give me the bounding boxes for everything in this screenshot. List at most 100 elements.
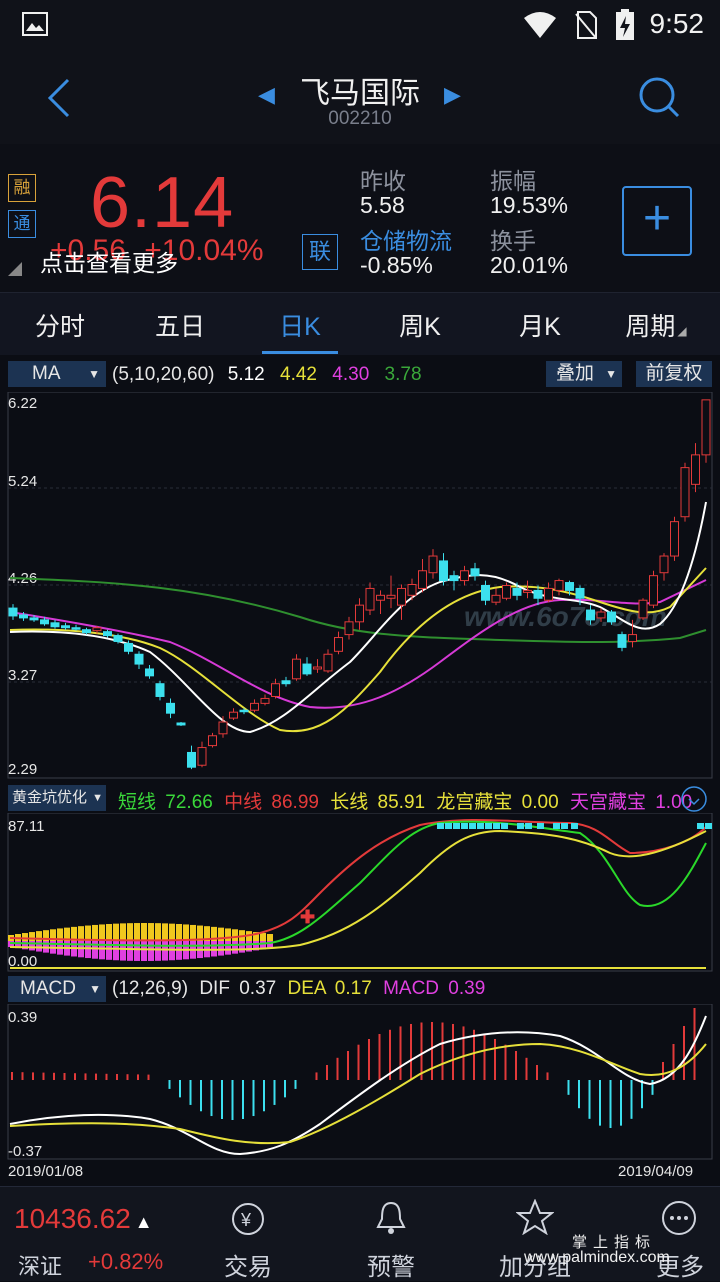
macd-indicator-select[interactable]: MACD ▼: [8, 976, 106, 1002]
candle-body: [649, 575, 658, 606]
gold-indicator-select[interactable]: 黄金坑优化 ▼: [8, 785, 106, 811]
tab-intraday[interactable]: 分时: [0, 307, 120, 343]
macd-chart[interactable]: 0.39 -0.37 2019/01/08 2019/04/09: [0, 1004, 720, 1184]
tiangong-marker: [517, 823, 524, 829]
active-tab-indicator: [262, 351, 338, 354]
tiangong-marker: [537, 823, 544, 829]
gold-bars: [8, 923, 273, 961]
candle-body: [586, 609, 595, 621]
candle-body: [134, 653, 144, 665]
macd-header: MACD ▼ (12,26,9) DIF 0.37 DEA 0.17 MACD …: [0, 974, 720, 1004]
tiangong-bar: [106, 941, 112, 960]
longgong-bar: [183, 924, 189, 941]
trade-button[interactable]: 交易: [206, 1247, 290, 1282]
tab-weekly-k[interactable]: 周K: [360, 307, 480, 343]
dif-value: 0.37: [239, 978, 277, 999]
macd-select-label: MACD: [20, 978, 76, 999]
candle-body: [82, 629, 91, 634]
more-icon[interactable]: [660, 1199, 698, 1237]
up-triangle-icon: ▲: [134, 1212, 153, 1232]
site-watermark-url: www.palmindex.com: [524, 1249, 670, 1266]
candle-body: [575, 587, 585, 599]
trade-icon[interactable]: ¥: [230, 1201, 266, 1237]
longgong-bar: [225, 928, 231, 941]
stock-code: 002210: [328, 108, 392, 129]
search-icon[interactable]: [638, 76, 680, 118]
prev-close-value: 5.58: [360, 192, 405, 218]
turnover-label: 换手: [490, 228, 536, 254]
tiangong-marker: [453, 823, 460, 829]
overlay-select[interactable]: 叠加 ▼: [546, 361, 622, 387]
longgong-bar: [120, 923, 126, 941]
y-tick-1: 6.22: [8, 395, 37, 412]
tab-daily-k[interactable]: 日K: [240, 307, 360, 343]
mid-line-label: 中线: [224, 792, 263, 813]
dif-label: DIF: [199, 978, 230, 999]
candle-body: [50, 622, 60, 628]
candle-body: [460, 570, 469, 582]
candle-body: [40, 619, 49, 625]
tab-five-day[interactable]: 五日: [120, 307, 240, 343]
candle-body: [397, 587, 406, 606]
dropdown-caret-icon: ▼: [605, 367, 617, 381]
tiangong-marker: [697, 823, 704, 829]
ma-indicator-select[interactable]: MA ▼: [8, 361, 106, 387]
tiangong-marker: [437, 823, 444, 829]
tab-monthly-k[interactable]: 月K: [480, 307, 600, 343]
candle-body: [218, 721, 228, 735]
tiangong-marker: [445, 823, 452, 829]
candle-body: [344, 621, 354, 636]
sector-link[interactable]: 仓储物流: [360, 222, 452, 256]
kline-chart[interactable]: 6.22 5.24 4.26 3.27 2.29 www.6o7o.com: [0, 392, 720, 780]
candle-body: [365, 587, 375, 611]
longgong-bar: [29, 932, 35, 941]
adjust-button[interactable]: 前复权: [636, 361, 712, 387]
add-watchlist-button[interactable]: +: [622, 186, 692, 256]
candle-body: [124, 642, 133, 652]
candle-body: [29, 617, 39, 621]
candle-body: [481, 584, 490, 601]
ma20-value: 4.30: [332, 364, 370, 385]
more-info-link[interactable]: 点击查看更多: [40, 244, 178, 278]
last-price: 6.14: [90, 163, 235, 243]
longgong-bar: [155, 923, 161, 941]
tiangong-marker: [461, 823, 468, 829]
tiangong-bar: [127, 941, 133, 961]
tiangong-marker: [561, 823, 568, 829]
date-end: 2019/04/09: [618, 1163, 693, 1180]
tiangong-marker: [501, 823, 508, 829]
linked-badge[interactable]: 联: [302, 234, 338, 270]
longgong-bar: [169, 923, 175, 941]
scroll-indicator-icon[interactable]: [680, 785, 708, 813]
next-stock-icon[interactable]: ▶: [444, 82, 461, 108]
candle-body: [155, 683, 165, 697]
y-tick-4: 3.27: [8, 667, 37, 684]
alert-button[interactable]: 预警: [349, 1247, 433, 1282]
index-value[interactable]: 10436.62 ▲: [14, 1203, 153, 1235]
bell-icon[interactable]: [374, 1199, 408, 1237]
gold-indicator-chart[interactable]: 87.11 0.00 ✚: [0, 813, 720, 973]
candle-body: [670, 521, 679, 557]
macd-ymax: 0.39: [8, 1009, 37, 1026]
candle-body: [208, 735, 217, 747]
dropdown-caret-icon: ▼: [92, 792, 103, 804]
ma20-line: [9, 579, 707, 709]
period-tabs: 分时 五日 日K 周K 月K 周期 ◢: [0, 292, 720, 355]
ma-values: (5,10,20,60) 5.12 4.42 4.30 3.78: [112, 364, 422, 386]
candle-body: [197, 747, 207, 766]
gold-select-label: 黄金坑优化: [12, 789, 88, 806]
candle-body: [313, 666, 322, 670]
longgong-bar: [106, 924, 112, 941]
tab-period[interactable]: 周期 ◢: [596, 307, 716, 343]
long-line-value: 85.91: [377, 792, 426, 813]
macd-label: MACD: [383, 978, 440, 999]
candle-body: [428, 555, 438, 574]
tiangong-marker: [485, 823, 492, 829]
index-value-text: 10436.62: [14, 1203, 131, 1234]
candle-body: [19, 614, 28, 619]
star-icon[interactable]: [516, 1199, 554, 1235]
candle-body: [61, 625, 70, 629]
tiangong-bar: [218, 941, 224, 956]
tiangong-bar: [120, 941, 126, 961]
candle-body: [512, 587, 522, 596]
